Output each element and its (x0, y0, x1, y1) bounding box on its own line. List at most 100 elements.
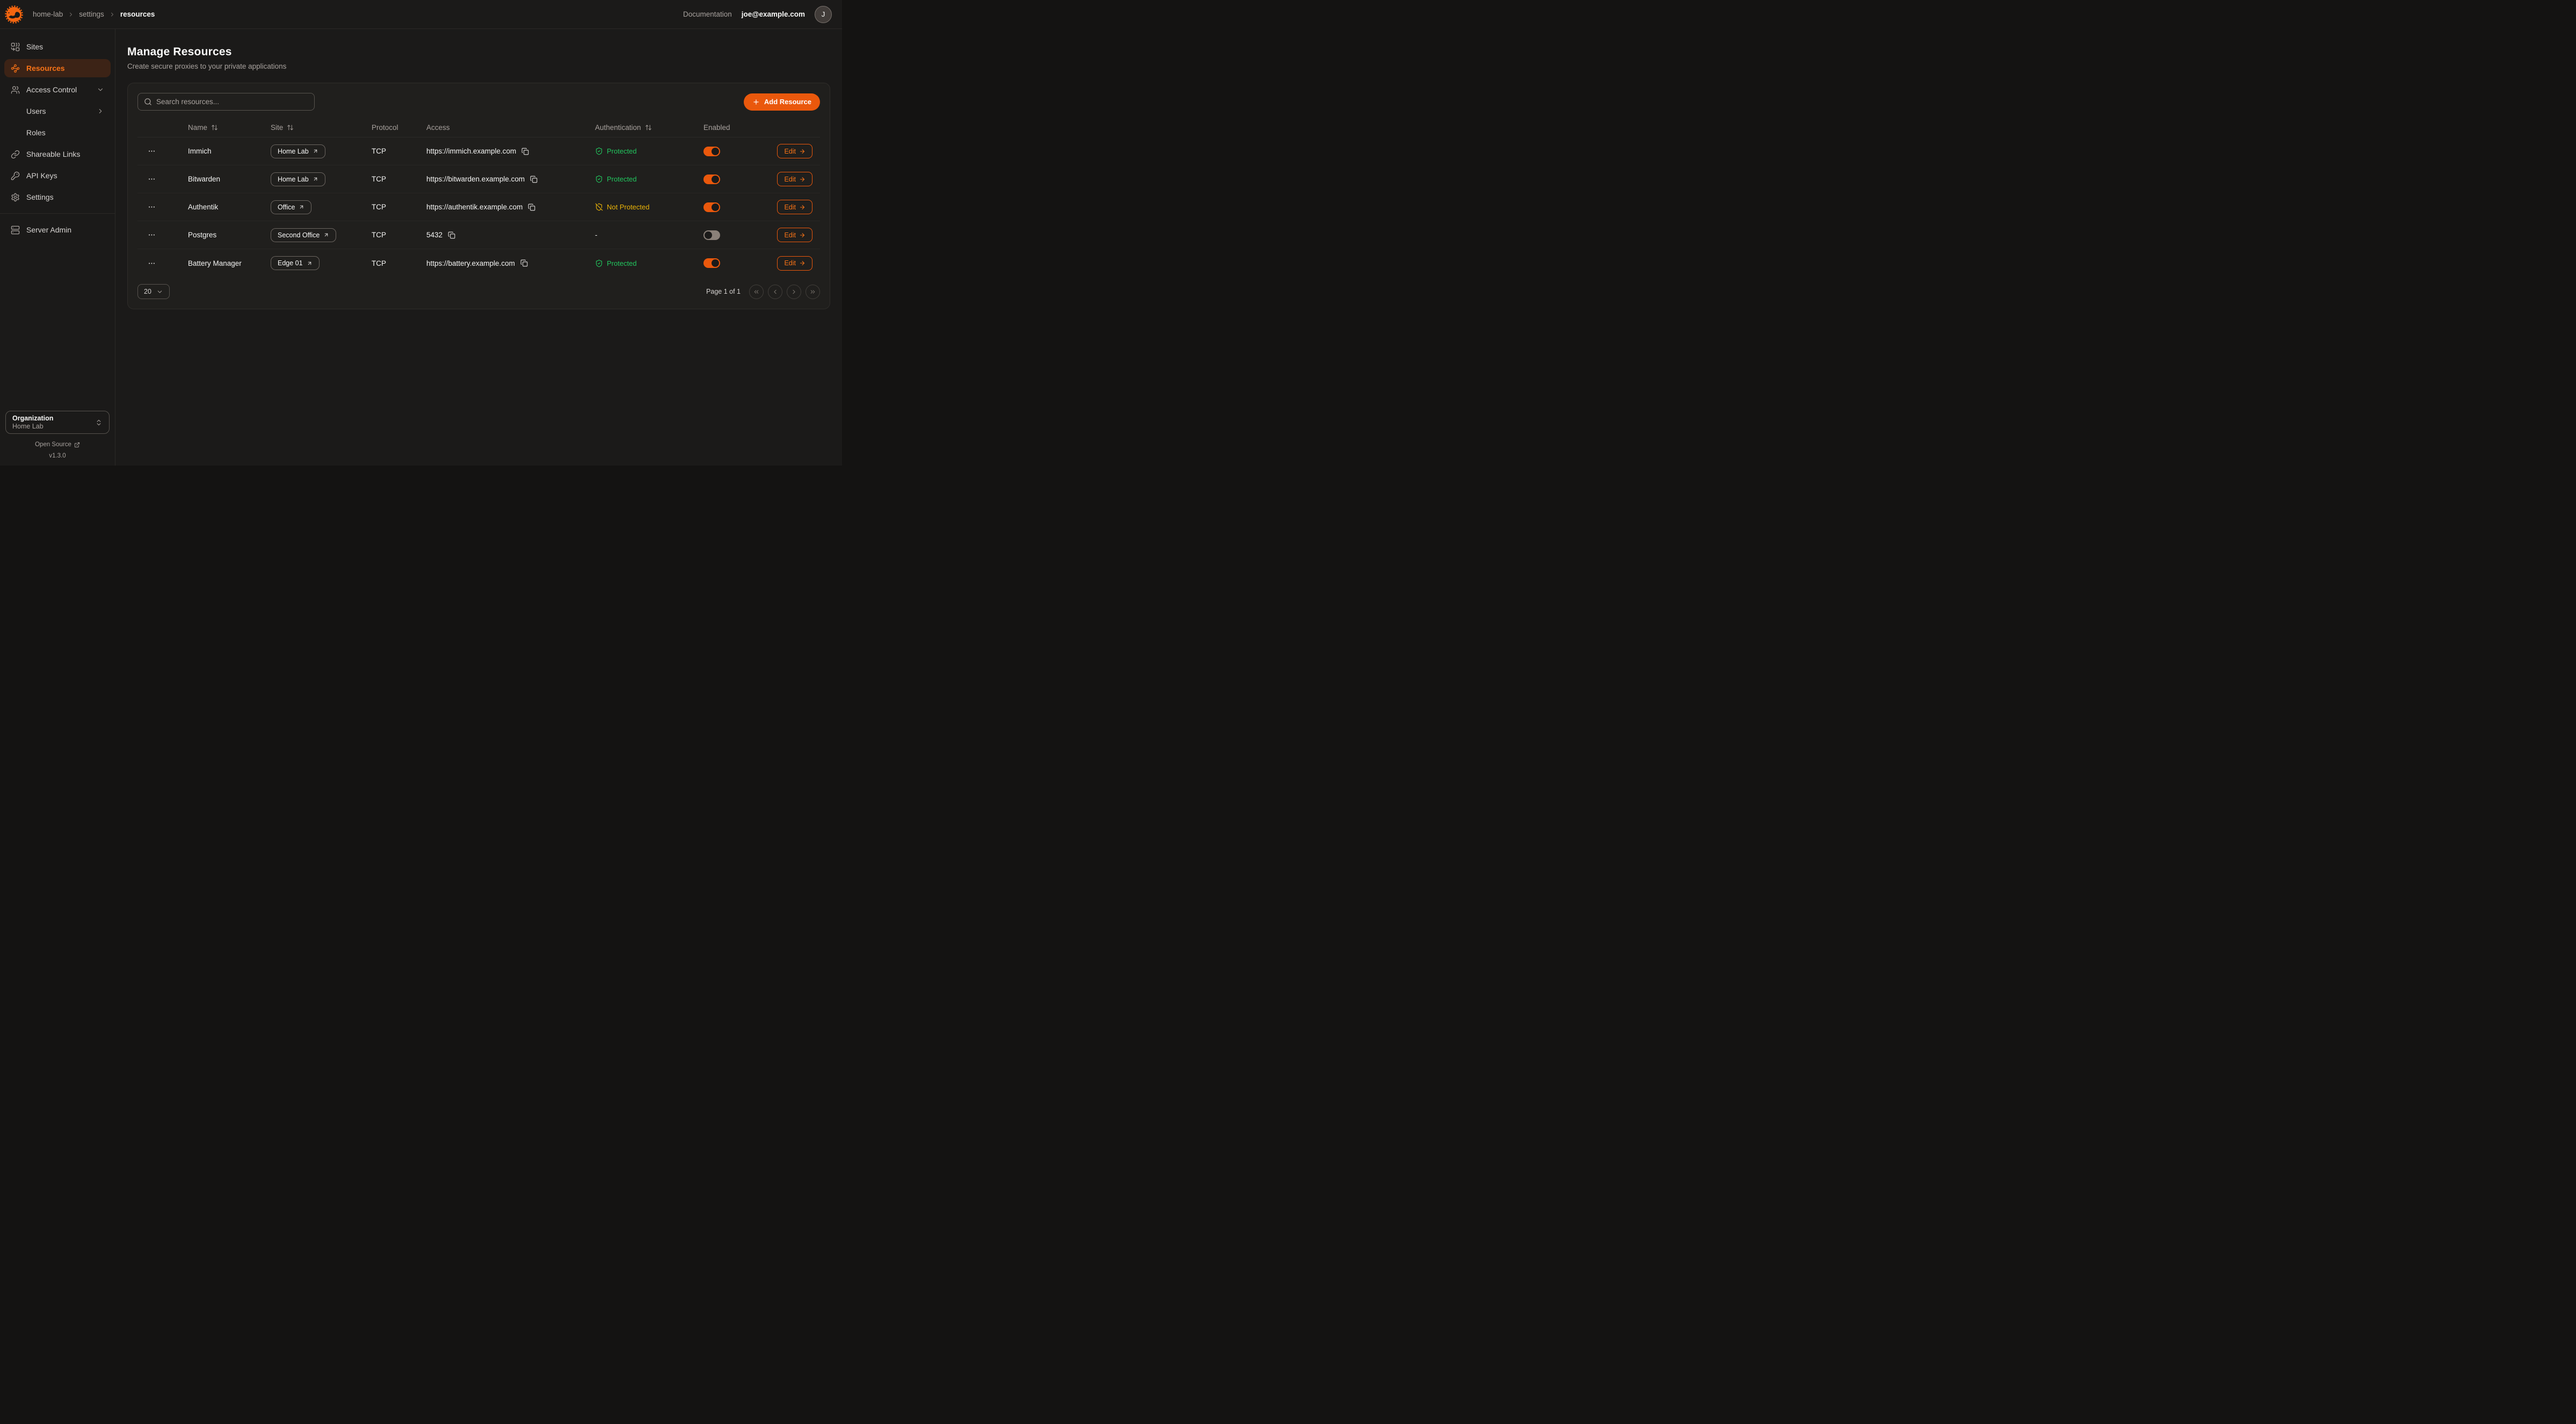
edit-button[interactable]: Edit (777, 228, 812, 242)
first-page-button[interactable] (749, 285, 764, 299)
shield-check-icon (595, 147, 603, 155)
resource-protocol: TCP (372, 175, 426, 183)
site-link[interactable]: Office (271, 200, 311, 214)
sidebar-item-shareable-links[interactable]: Shareable Links (4, 145, 111, 163)
resource-access-url: https://immich.example.com (426, 147, 516, 155)
arrow-right-icon (799, 148, 806, 155)
sidebar-item-resources[interactable]: Resources (4, 59, 111, 77)
pangolin-logo-icon[interactable] (4, 5, 24, 24)
header-site-label: Site (271, 123, 283, 132)
resource-name: Battery Manager (188, 259, 271, 267)
header-site[interactable]: Site (271, 123, 372, 132)
key-icon (11, 171, 20, 180)
header-access: Access (426, 123, 595, 132)
resource-access-url: https://authentik.example.com (426, 203, 523, 211)
row-menu-button[interactable] (147, 258, 157, 268)
edit-button-label: Edit (784, 259, 796, 267)
add-resource-button[interactable]: Add Resource (744, 93, 820, 111)
arrow-right-icon (799, 260, 806, 266)
prev-page-button[interactable] (768, 285, 782, 299)
table-header: Name Site Protocol (137, 118, 820, 137)
resources-card: Add Resource Name Sit (127, 83, 830, 309)
sidebar-item-access-control[interactable]: Access Control (4, 81, 111, 99)
row-menu-button[interactable] (147, 174, 157, 184)
header-access-label: Access (426, 123, 450, 132)
row-menu-button[interactable] (147, 202, 157, 212)
page-info: Page 1 of 1 (706, 288, 741, 295)
site-link[interactable]: Home Lab (271, 172, 325, 186)
search-input[interactable] (156, 98, 308, 106)
users-icon (11, 85, 20, 95)
site-link-label: Office (278, 204, 295, 211)
app-version: v1.3.0 (5, 453, 110, 459)
copy-icon[interactable] (447, 231, 456, 239)
resource-protocol: TCP (372, 231, 426, 239)
sidebar-item-settings[interactable]: Settings (4, 188, 111, 206)
copy-icon[interactable] (520, 259, 528, 267)
copy-icon[interactable] (521, 147, 529, 156)
breadcrumb-settings[interactable]: settings (79, 10, 104, 18)
auth-status: Protected (595, 259, 703, 267)
chevron-left-icon (772, 288, 779, 295)
sidebar-item-label: Access Control (26, 85, 77, 94)
edit-button-label: Edit (784, 148, 796, 155)
header-authentication-label: Authentication (595, 123, 641, 132)
header-name[interactable]: Name (188, 123, 271, 132)
edit-button[interactable]: Edit (777, 144, 812, 158)
gear-icon (11, 193, 20, 202)
row-menu-button[interactable] (147, 230, 157, 240)
sidebar-item-label: API Keys (26, 171, 57, 180)
site-link-label: Edge 01 (278, 259, 303, 267)
edit-button-label: Edit (784, 176, 796, 183)
enabled-toggle[interactable] (703, 147, 720, 156)
site-link[interactable]: Edge 01 (271, 256, 320, 270)
auth-status: Not Protected (595, 203, 703, 211)
edit-button[interactable]: Edit (777, 172, 812, 186)
copy-icon[interactable] (529, 175, 538, 184)
enabled-toggle[interactable] (703, 175, 720, 184)
enabled-toggle[interactable] (703, 202, 720, 212)
sidebar-item-users[interactable]: Users (4, 102, 111, 120)
row-menu-button[interactable] (147, 146, 157, 156)
enabled-toggle[interactable] (703, 258, 720, 268)
site-link[interactable]: Second Office (271, 228, 336, 242)
open-source-label: Open Source (35, 441, 71, 448)
chevrons-right-icon (809, 288, 816, 295)
auth-status-label: Protected (607, 147, 637, 155)
open-source-link[interactable]: Open Source (5, 441, 110, 448)
site-link-label: Home Lab (278, 148, 309, 155)
next-page-button[interactable] (787, 285, 801, 299)
organization-selector[interactable]: Organization Home Lab (5, 411, 110, 434)
sidebar-item-sites[interactable]: Sites (4, 38, 111, 56)
sidebar-item-roles[interactable]: Roles (4, 123, 111, 142)
plus-icon (752, 98, 760, 106)
avatar[interactable]: J (815, 6, 832, 23)
ellipsis-icon (148, 203, 156, 211)
resources-table: Name Site Protocol (137, 118, 820, 277)
organization-label: Organization (12, 415, 53, 422)
resource-access-url: https://bitwarden.example.com (426, 175, 525, 183)
arrow-right-icon (799, 176, 806, 183)
page-size-select[interactable]: 20 (137, 284, 170, 299)
sidebar-item-server-admin[interactable]: Server Admin (4, 221, 111, 239)
edit-button[interactable]: Edit (777, 256, 812, 271)
page-size-value: 20 (144, 288, 151, 295)
documentation-link[interactable]: Documentation (683, 10, 732, 18)
header-authentication[interactable]: Authentication (595, 123, 703, 132)
sort-icon (287, 124, 294, 131)
edit-button[interactable]: Edit (777, 200, 812, 214)
sidebar-item-label: Server Admin (26, 226, 71, 234)
breadcrumb-org[interactable]: home-lab (33, 10, 63, 18)
waypoints-icon (11, 64, 20, 73)
copy-icon[interactable] (527, 203, 536, 212)
arrow-up-right-icon (313, 148, 318, 154)
enabled-toggle[interactable] (703, 230, 720, 240)
site-link[interactable]: Home Lab (271, 144, 325, 158)
last-page-button[interactable] (806, 285, 820, 299)
auth-status: Protected (595, 147, 703, 155)
page-title: Manage Resources (127, 46, 830, 59)
shield-check-icon (595, 259, 603, 267)
arrow-up-right-icon (313, 176, 318, 182)
sidebar-item-api-keys[interactable]: API Keys (4, 166, 111, 185)
chevron-right-icon (97, 107, 104, 115)
